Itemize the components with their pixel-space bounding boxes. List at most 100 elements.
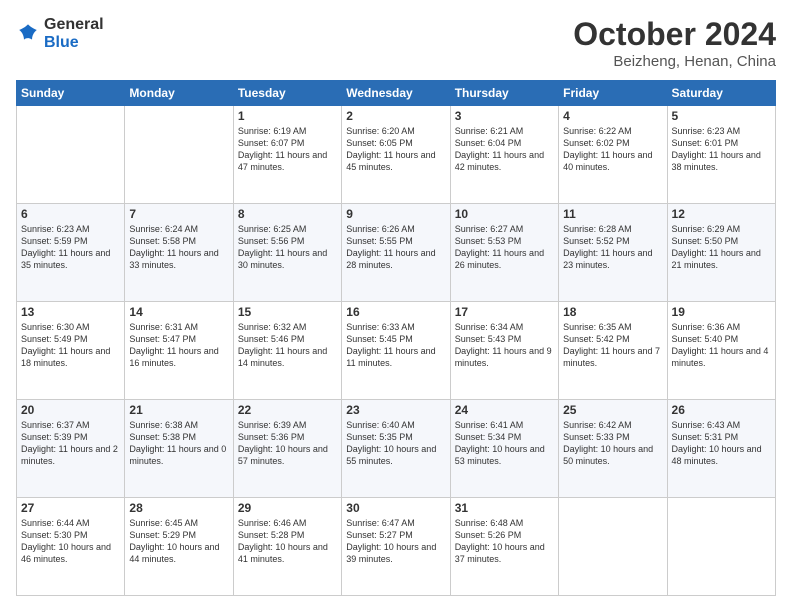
day-info: Sunrise: 6:19 AMSunset: 6:07 PMDaylight:… (238, 125, 337, 174)
day-info: Sunrise: 6:41 AMSunset: 5:34 PMDaylight:… (455, 419, 554, 468)
calendar-cell: 16 Sunrise: 6:33 AMSunset: 5:45 PMDayligh… (342, 302, 450, 400)
day-info: Sunrise: 6:20 AMSunset: 6:05 PMDaylight:… (346, 125, 445, 174)
calendar-cell (667, 498, 775, 596)
calendar-cell: 12 Sunrise: 6:29 AMSunset: 5:50 PMDayligh… (667, 204, 775, 302)
calendar-cell: 5 Sunrise: 6:23 AMSunset: 6:01 PMDaylight… (667, 106, 775, 204)
day-number: 7 (129, 207, 228, 221)
day-number: 19 (672, 305, 771, 319)
calendar-header-row: SundayMondayTuesdayWednesdayThursdayFrid… (17, 81, 776, 106)
day-info: Sunrise: 6:48 AMSunset: 5:26 PMDaylight:… (455, 517, 554, 566)
day-info: Sunrise: 6:47 AMSunset: 5:27 PMDaylight:… (346, 517, 445, 566)
day-info: Sunrise: 6:34 AMSunset: 5:43 PMDaylight:… (455, 321, 554, 370)
day-number: 22 (238, 403, 337, 417)
day-number: 12 (672, 207, 771, 221)
day-number: 4 (563, 109, 662, 123)
calendar-cell: 18 Sunrise: 6:35 AMSunset: 5:42 PMDayligh… (559, 302, 667, 400)
calendar-cell: 30 Sunrise: 6:47 AMSunset: 5:27 PMDayligh… (342, 498, 450, 596)
day-info: Sunrise: 6:27 AMSunset: 5:53 PMDaylight:… (455, 223, 554, 272)
calendar-cell: 26 Sunrise: 6:43 AMSunset: 5:31 PMDayligh… (667, 400, 775, 498)
calendar-cell: 17 Sunrise: 6:34 AMSunset: 5:43 PMDayligh… (450, 302, 558, 400)
calendar-day-header: Tuesday (233, 81, 341, 106)
day-number: 17 (455, 305, 554, 319)
day-number: 15 (238, 305, 337, 319)
calendar-day-header: Friday (559, 81, 667, 106)
day-info: Sunrise: 6:28 AMSunset: 5:52 PMDaylight:… (563, 223, 662, 272)
day-info: Sunrise: 6:40 AMSunset: 5:35 PMDaylight:… (346, 419, 445, 468)
calendar-cell: 2 Sunrise: 6:20 AMSunset: 6:05 PMDaylight… (342, 106, 450, 204)
day-number: 13 (21, 305, 120, 319)
calendar-cell (559, 498, 667, 596)
day-number: 5 (672, 109, 771, 123)
day-number: 27 (21, 501, 120, 515)
day-number: 16 (346, 305, 445, 319)
calendar-cell: 24 Sunrise: 6:41 AMSunset: 5:34 PMDayligh… (450, 400, 558, 498)
calendar-cell: 9Sunrise: 6:26 AMSunset: 5:55 PMDaylight… (342, 204, 450, 302)
day-info: Sunrise: 6:29 AMSunset: 5:50 PMDaylight:… (672, 223, 771, 272)
day-info: Sunrise: 6:26 AMSunset: 5:55 PMDaylight:… (346, 223, 445, 272)
calendar-cell (17, 106, 125, 204)
day-info: Sunrise: 6:31 AMSunset: 5:47 PMDaylight:… (129, 321, 228, 370)
day-number: 3 (455, 109, 554, 123)
day-number: 1 (238, 109, 337, 123)
day-info: Sunrise: 6:43 AMSunset: 5:31 PMDaylight:… (672, 419, 771, 468)
day-info: Sunrise: 6:45 AMSunset: 5:29 PMDaylight:… (129, 517, 228, 566)
calendar-week-row: 13Sunrise: 6:30 AMSunset: 5:49 PMDayligh… (17, 302, 776, 400)
day-info: Sunrise: 6:44 AMSunset: 5:30 PMDaylight:… (21, 517, 120, 566)
calendar-week-row: 20Sunrise: 6:37 AMSunset: 5:39 PMDayligh… (17, 400, 776, 498)
page: General Blue October 2024 Beizheng, Hena… (0, 0, 792, 612)
calendar-cell: 14 Sunrise: 6:31 AMSunset: 5:47 PMDayligh… (125, 302, 233, 400)
calendar-cell: 23Sunrise: 6:40 AMSunset: 5:35 PMDayligh… (342, 400, 450, 498)
day-number: 31 (455, 501, 554, 515)
calendar-cell: 4 Sunrise: 6:22 AMSunset: 6:02 PMDaylight… (559, 106, 667, 204)
calendar-cell: 20Sunrise: 6:37 AMSunset: 5:39 PMDayligh… (17, 400, 125, 498)
day-info: Sunrise: 6:35 AMSunset: 5:42 PMDaylight:… (563, 321, 662, 370)
day-number: 14 (129, 305, 228, 319)
day-info: Sunrise: 6:23 AMSunset: 5:59 PMDaylight:… (21, 223, 120, 272)
calendar-cell: 10 Sunrise: 6:27 AMSunset: 5:53 PMDayligh… (450, 204, 558, 302)
calendar-cell: 6 Sunrise: 6:23 AMSunset: 5:59 PMDaylight… (17, 204, 125, 302)
calendar-week-row: 1 Sunrise: 6:19 AMSunset: 6:07 PMDaylight… (17, 106, 776, 204)
day-info: Sunrise: 6:25 AMSunset: 5:56 PMDaylight:… (238, 223, 337, 272)
day-number: 21 (129, 403, 228, 417)
month-title: October 2024 (573, 16, 776, 53)
logo-icon (16, 22, 40, 46)
day-number: 18 (563, 305, 662, 319)
calendar-cell: 8 Sunrise: 6:25 AMSunset: 5:56 PMDaylight… (233, 204, 341, 302)
day-number: 8 (238, 207, 337, 221)
calendar-table: SundayMondayTuesdayWednesdayThursdayFrid… (16, 80, 776, 596)
day-info: Sunrise: 6:46 AMSunset: 5:28 PMDaylight:… (238, 517, 337, 566)
day-info: Sunrise: 6:23 AMSunset: 6:01 PMDaylight:… (672, 125, 771, 174)
calendar-day-header: Monday (125, 81, 233, 106)
day-info: Sunrise: 6:24 AMSunset: 5:58 PMDaylight:… (129, 223, 228, 272)
calendar-cell: 13Sunrise: 6:30 AMSunset: 5:49 PMDayligh… (17, 302, 125, 400)
calendar-cell: 15Sunrise: 6:32 AMSunset: 5:46 PMDayligh… (233, 302, 341, 400)
calendar-cell: 3 Sunrise: 6:21 AMSunset: 6:04 PMDaylight… (450, 106, 558, 204)
day-info: Sunrise: 6:22 AMSunset: 6:02 PMDaylight:… (563, 125, 662, 174)
calendar-day-header: Sunday (17, 81, 125, 106)
day-number: 11 (563, 207, 662, 221)
calendar-cell: 25Sunrise: 6:42 AMSunset: 5:33 PMDayligh… (559, 400, 667, 498)
day-info: Sunrise: 6:39 AMSunset: 5:36 PMDaylight:… (238, 419, 337, 468)
day-info: Sunrise: 6:36 AMSunset: 5:40 PMDaylight:… (672, 321, 771, 370)
calendar-cell: 11 Sunrise: 6:28 AMSunset: 5:52 PMDayligh… (559, 204, 667, 302)
calendar-day-header: Saturday (667, 81, 775, 106)
day-number: 30 (346, 501, 445, 515)
calendar-cell (125, 106, 233, 204)
day-info: Sunrise: 6:33 AMSunset: 5:45 PMDaylight:… (346, 321, 445, 370)
day-number: 26 (672, 403, 771, 417)
day-number: 6 (21, 207, 120, 221)
calendar-cell: 19 Sunrise: 6:36 AMSunset: 5:40 PMDayligh… (667, 302, 775, 400)
calendar-cell: 29Sunrise: 6:46 AMSunset: 5:28 PMDayligh… (233, 498, 341, 596)
calendar-cell: 22 Sunrise: 6:39 AMSunset: 5:36 PMDayligh… (233, 400, 341, 498)
day-number: 28 (129, 501, 228, 515)
day-number: 10 (455, 207, 554, 221)
calendar-week-row: 6 Sunrise: 6:23 AMSunset: 5:59 PMDaylight… (17, 204, 776, 302)
calendar-cell: 31 Sunrise: 6:48 AMSunset: 5:26 PMDayligh… (450, 498, 558, 596)
calendar-cell: 28 Sunrise: 6:45 AMSunset: 5:29 PMDayligh… (125, 498, 233, 596)
calendar-cell: 1 Sunrise: 6:19 AMSunset: 6:07 PMDaylight… (233, 106, 341, 204)
day-number: 2 (346, 109, 445, 123)
day-number: 25 (563, 403, 662, 417)
calendar-day-header: Thursday (450, 81, 558, 106)
day-number: 24 (455, 403, 554, 417)
day-info: Sunrise: 6:21 AMSunset: 6:04 PMDaylight:… (455, 125, 554, 174)
